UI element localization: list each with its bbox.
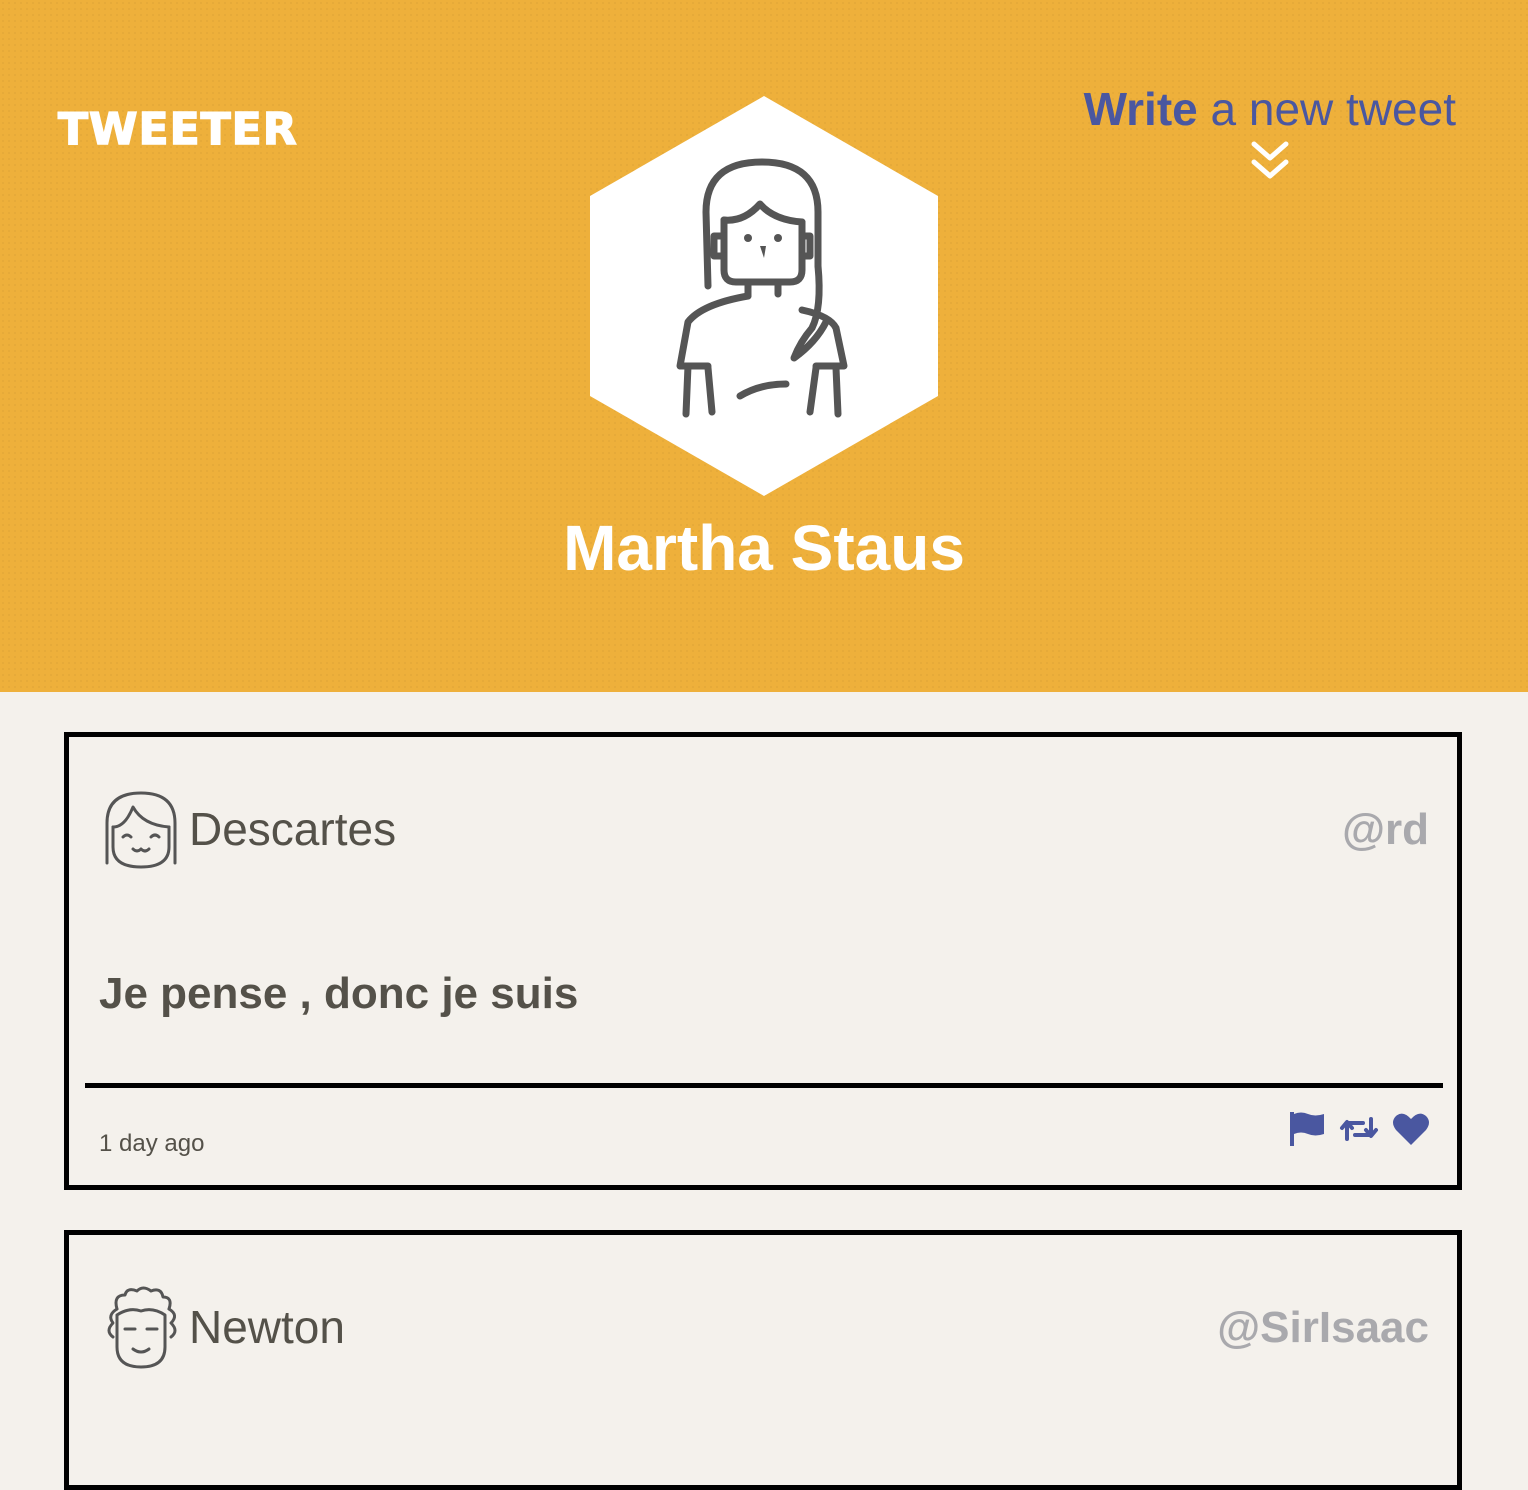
tweet-timestamp: 1 day ago [99,1130,205,1157]
profile-header: TWEETER Write a new tweet Martha Staus [0,0,1528,692]
brand-logo[interactable]: TWEETER [57,103,298,156]
double-chevron-down-icon[interactable] [1248,140,1292,184]
tweet-actions [1287,1109,1431,1149]
heart-icon[interactable] [1391,1109,1431,1149]
write-new-tweet-label[interactable]: Write a new tweet [1084,82,1456,136]
profile-name: Martha Staus [563,512,965,584]
flag-icon[interactable] [1287,1109,1327,1149]
write-new-tweet-link[interactable]: Write a new tweet [1084,82,1456,184]
tweet-text: Je pense , donc je suis [99,969,579,1018]
tweet-author-handle[interactable]: @SirIsaac [1217,1301,1429,1355]
tweet-card: Newton @SirIsaac [64,1230,1462,1490]
tweet-card: Descartes @rd Je pense , donc je suis 1 … [64,732,1462,1190]
tweet-author-name[interactable]: Newton [189,1299,345,1355]
write-label-strong[interactable]: Write [1084,83,1198,135]
tweet-divider [85,1083,1443,1088]
retweet-icon[interactable] [1339,1109,1379,1149]
tweet-author-handle[interactable]: @rd [1342,803,1429,857]
tweet-author-name[interactable]: Descartes [189,801,396,857]
user-avatar-icon [107,1286,177,1369]
user-avatar-icon [105,791,177,869]
write-label-rest[interactable]: a new tweet [1211,83,1456,135]
profile-avatar [590,96,938,496]
